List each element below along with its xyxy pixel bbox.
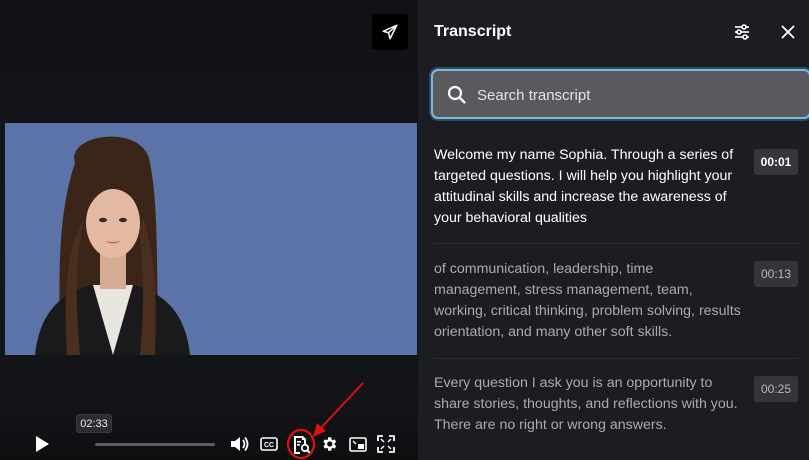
segment-text: Every question I ask you is an opportuni… [434, 375, 738, 433]
segment-timestamp[interactable]: 00:25 [754, 376, 798, 402]
svg-text:CC: CC [264, 442, 274, 449]
segment-timestamp[interactable]: 00:13 [754, 261, 798, 287]
search-icon [447, 85, 466, 104]
share-button[interactable] [372, 14, 408, 50]
transcript-panel: Transcript Welcome my name Sophia. Throu… [418, 0, 809, 460]
segment-text: Welcome my name Sophia. Through a series… [434, 147, 734, 226]
transcript-search-box[interactable] [431, 69, 809, 119]
segment-text: of communication, leadership, time manag… [434, 261, 741, 340]
gear-icon [323, 437, 337, 451]
picture-in-picture-icon [349, 436, 367, 452]
volume-button[interactable] [229, 434, 251, 454]
video-player[interactable]: 02:33 CC [0, 0, 418, 460]
transcript-settings-button[interactable] [732, 22, 752, 42]
seek-bar[interactable] [95, 443, 215, 446]
send-icon [382, 24, 398, 40]
sliders-icon [735, 24, 749, 40]
play-icon [36, 436, 49, 452]
segment-divider [434, 243, 799, 244]
presenter-avatar [35, 136, 190, 355]
transcript-search-input[interactable] [477, 83, 797, 107]
captions-button[interactable]: CC [259, 435, 279, 453]
transcript-title: Transcript [434, 23, 512, 40]
transcript-close-button[interactable] [778, 22, 798, 42]
settings-button[interactable] [318, 434, 340, 454]
transcript-segment[interactable]: Every question I ask you is an opportuni… [434, 373, 799, 436]
cc-icon: CC [260, 437, 278, 451]
segment-divider [434, 358, 799, 359]
seek-time-tooltip: 02:33 [76, 414, 112, 433]
video-frame[interactable] [5, 123, 417, 355]
close-icon [781, 25, 795, 39]
segment-timestamp[interactable]: 00:01 [754, 149, 798, 175]
volume-icon [231, 436, 249, 452]
play-button[interactable] [32, 434, 52, 454]
fullscreen-icon [377, 435, 395, 453]
picture-in-picture-button[interactable] [348, 435, 368, 453]
fullscreen-button[interactable] [375, 434, 397, 454]
transcript-segment[interactable]: Welcome my name Sophia. Through a series… [434, 145, 799, 229]
transcript-segment[interactable]: of communication, leadership, time manag… [434, 259, 799, 343]
